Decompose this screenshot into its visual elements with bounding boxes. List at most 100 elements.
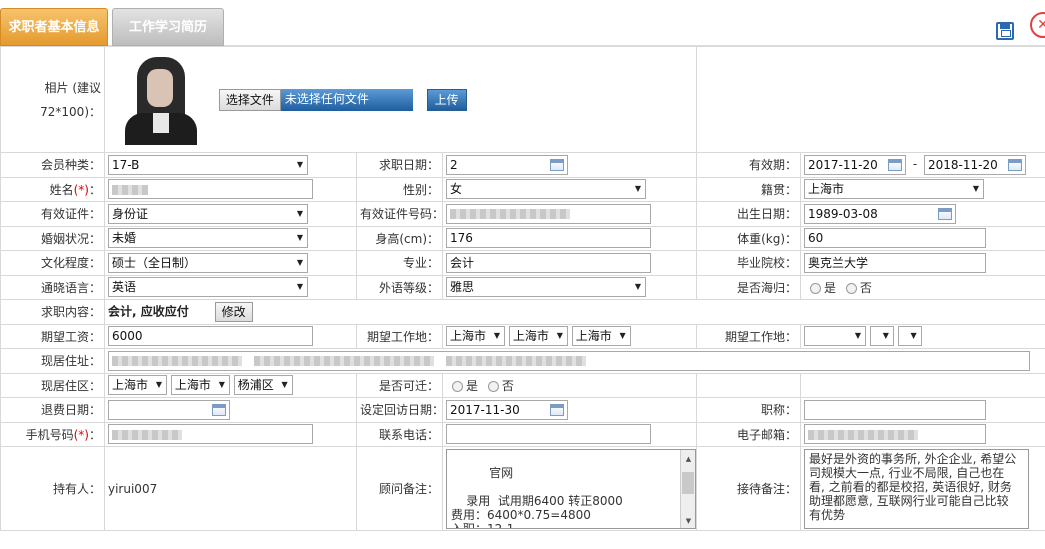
name-label: 姓名(*)： [0, 176, 105, 202]
member-type-label: 会员种类： [0, 152, 105, 178]
calendar-icon[interactable] [938, 207, 953, 220]
save-icon[interactable] [996, 22, 1014, 40]
calendar-icon[interactable] [212, 403, 226, 416]
tab-work-study-resume[interactable]: 工作学习简历 [112, 8, 224, 46]
refund-date-input[interactable] [108, 399, 230, 420]
file-name-display: 未选择任何文件 [280, 88, 413, 111]
school-label: 毕业院校： [696, 250, 802, 276]
calendar-icon[interactable] [888, 158, 903, 171]
overseas-yes-radio[interactable] [810, 282, 822, 294]
calendar-icon[interactable] [1008, 158, 1023, 171]
height-input[interactable]: 176 [446, 228, 651, 249]
id-type-select[interactable]: 身份证 [108, 203, 308, 224]
followup-date-input[interactable]: 2017-11-30 [446, 399, 568, 420]
district-area-select[interactable]: 杨浦区 [233, 375, 293, 396]
apply-date-label: 求职日期： [356, 152, 443, 178]
gender-label: 性别： [356, 176, 443, 202]
weight-input[interactable]: 60 [804, 228, 987, 249]
edit-job-content-button[interactable]: 修改 [214, 301, 253, 322]
calendar-icon[interactable] [550, 403, 564, 416]
work-place-area-select[interactable]: 上海市 [571, 326, 631, 347]
advisor-note-label: 顾问备注： [356, 446, 443, 531]
refund-date-label: 退费日期： [0, 397, 105, 423]
marital-select[interactable]: 未婚 [108, 228, 308, 249]
applicant-form: 相片 (建议72*100)： 选择文件 未选择任何文件 上传 会员种类： 17-B… [0, 46, 1045, 531]
work-place2-city-select[interactable] [869, 326, 894, 347]
district-province-select[interactable]: 上海市 [108, 375, 168, 396]
gender-select[interactable]: 女 [446, 179, 646, 200]
email-label: 电子邮箱： [696, 421, 802, 447]
language-label: 通晓语言： [0, 274, 105, 300]
valid-period-label: 有效期： [696, 152, 802, 178]
mobile-input[interactable] [108, 424, 313, 445]
id-no-input[interactable] [446, 203, 651, 224]
valid-period-dash: - [912, 157, 918, 172]
relocate-label: 是否可迁： [356, 372, 443, 398]
job-content-label: 求职内容： [0, 299, 105, 325]
photo-empty-cell [696, 46, 1045, 153]
major-input[interactable]: 会计 [446, 252, 651, 273]
followup-date-label: 设定回访日期： [356, 397, 443, 423]
owner-label: 持有人： [0, 446, 105, 531]
resume-edit-page: 求职者基本信息 工作学习简历 ✕ 相片 (建议72*100)： 选择文件 未选择任… [0, 0, 1045, 549]
education-label: 文化程度： [0, 250, 105, 276]
title-input[interactable] [804, 399, 987, 420]
relocate-yes-radio[interactable] [452, 380, 463, 392]
work-place2-label: 期望工作地： [696, 323, 802, 349]
work-place2-province-select[interactable] [804, 326, 867, 347]
phone-input[interactable] [446, 424, 651, 445]
address-input[interactable] [108, 350, 1030, 371]
weight-label: 体重(kg)： [696, 225, 802, 251]
tab-basic-info[interactable]: 求职者基本信息 [0, 8, 108, 46]
lang-level-select[interactable]: 雅思 [446, 277, 646, 298]
upload-button[interactable]: 上传 [426, 88, 467, 111]
district-label: 现居住区： [0, 372, 105, 398]
birth-input[interactable]: 1989-03-08 [804, 203, 957, 224]
owner-value: yirui007 [108, 481, 158, 496]
overseas-label: 是否海归： [696, 274, 802, 300]
height-label: 身高(cm)： [356, 225, 443, 251]
phone-label: 联系电话： [356, 421, 443, 447]
photo-cell: 选择文件 未选择任何文件 上传 [103, 46, 698, 153]
reception-note-label: 接待备注： [696, 446, 802, 531]
overseas-no-radio[interactable] [845, 282, 857, 294]
calendar-icon[interactable] [550, 158, 564, 171]
work-place2-area-select[interactable] [897, 326, 922, 347]
mobile-label: 手机号码(*)： [0, 421, 105, 447]
native-label: 籍贯： [696, 176, 802, 202]
marital-label: 婚姻状况： [0, 225, 105, 251]
email-input[interactable] [804, 424, 987, 445]
reception-note-textarea[interactable]: 最好是外资的事务所, 外企企业, 希望公司规模大一点, 行业不局限, 自己也在看… [804, 448, 1030, 529]
job-content-value: 会计, 应收应付 [108, 304, 189, 319]
apply-date-input[interactable]: 2 [446, 154, 568, 175]
salary-input[interactable]: 6000 [108, 326, 313, 347]
native-select[interactable]: 上海市 [804, 179, 985, 200]
lang-level-label: 外语等级： [356, 274, 443, 300]
school-input[interactable]: 奥克兰大学 [804, 252, 987, 273]
tab-bar: 求职者基本信息 工作学习简历 ✕ [0, 0, 1045, 46]
language-select[interactable]: 英语 [108, 277, 308, 298]
id-type-label: 有效证件： [0, 201, 105, 227]
id-no-label: 有效证件号码： [356, 201, 443, 227]
work-place-label: 期望工作地： [356, 323, 443, 349]
work-place-province-select[interactable]: 上海市 [446, 326, 506, 347]
close-icon[interactable]: ✕ [1030, 12, 1045, 38]
advisor-note-scrollbar[interactable]: ▲ ▼ [680, 449, 695, 528]
advisor-note-textarea[interactable]: 官网 录用 试用期6400 转正8000 费用：6400*0.75=4800 入… [446, 448, 696, 529]
choose-file-button[interactable]: 选择文件 [218, 88, 281, 111]
major-label: 专业： [356, 250, 443, 276]
applicant-photo [119, 54, 203, 145]
address-label: 现居住址： [0, 348, 105, 374]
name-input[interactable] [108, 179, 313, 200]
valid-to-input[interactable]: 2018-11-20 [924, 154, 1027, 175]
education-select[interactable]: 硕士（全日制） [108, 252, 308, 273]
title-label: 职称： [696, 397, 802, 423]
valid-from-input[interactable]: 2017-11-20 [804, 154, 907, 175]
photo-label: 相片 (建议72*100)： [0, 46, 105, 153]
district-city-select[interactable]: 上海市 [170, 375, 230, 396]
birth-label: 出生日期： [696, 201, 802, 227]
member-type-select[interactable]: 17-B [108, 154, 308, 175]
relocate-no-radio[interactable] [487, 380, 499, 392]
salary-label: 期望工资： [0, 323, 105, 349]
work-place-city-select[interactable]: 上海市 [508, 326, 568, 347]
